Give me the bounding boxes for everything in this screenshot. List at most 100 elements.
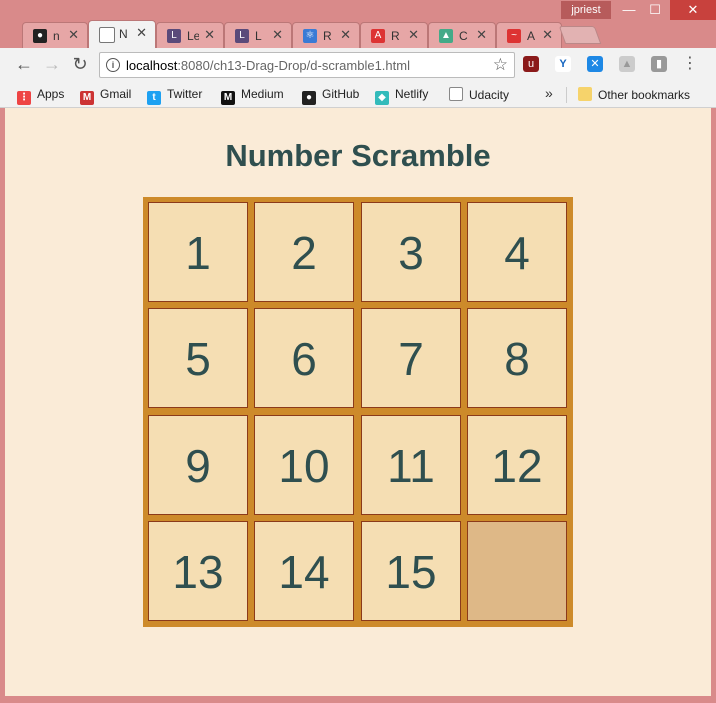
github-icon: ● xyxy=(302,91,316,105)
browser-window: jpriest — ☐ ✕ ● n ✕ N ✕ L Le ✕ L L ✕ ⚛ R… xyxy=(0,0,716,703)
lambda-icon: L xyxy=(167,29,181,43)
reload-button[interactable]: ↻ xyxy=(70,54,90,74)
menu-icon[interactable]: ⋮ xyxy=(682,56,698,72)
bookmark-label: Apps xyxy=(37,87,65,101)
url-host: localhost xyxy=(126,58,178,73)
page-icon xyxy=(99,27,115,43)
tab-title: n xyxy=(53,29,60,43)
tile-1[interactable]: 1 xyxy=(148,202,248,302)
bookmarks-bar: ⋮ Apps M Gmail t Twitter M Medium ● GitHub ◆ N… xyxy=(0,82,716,108)
tile-7[interactable]: 7 xyxy=(361,308,461,408)
tab-title: C xyxy=(459,29,468,43)
bookmark-twitter[interactable]: t Twitter xyxy=(147,87,202,105)
gmail-icon: M xyxy=(80,91,94,105)
tile-9[interactable]: 9 xyxy=(148,415,248,515)
close-icon[interactable]: ✕ xyxy=(204,27,215,43)
close-icon[interactable]: ✕ xyxy=(408,27,419,43)
bookmark-label: Netlify xyxy=(395,87,429,101)
page-content: Number Scramble 1 2 3 4 5 6 7 8 9 10 11 … xyxy=(5,108,711,696)
ublock-icon[interactable]: u xyxy=(523,56,539,72)
profile-badge[interactable]: jpriest xyxy=(561,1,611,19)
close-icon[interactable]: ✕ xyxy=(542,27,553,43)
bookmark-label: Gmail xyxy=(100,87,132,101)
other-bookmarks-label: Other bookmarks xyxy=(598,88,691,102)
tile-5[interactable]: 5 xyxy=(148,308,248,408)
github-icon: ● xyxy=(33,29,47,43)
other-bookmarks[interactable]: Other bookmarks xyxy=(578,87,690,102)
puzzle-board: 1 2 3 4 5 6 7 8 9 10 11 12 13 14 15 xyxy=(143,197,573,627)
lambda-icon: L xyxy=(235,29,249,43)
tile-3[interactable]: 3 xyxy=(361,202,461,302)
tab-title: R xyxy=(391,29,400,43)
tab-0[interactable]: ● n ✕ xyxy=(22,22,88,48)
apps-icon: ⋮ xyxy=(17,91,31,105)
vpn-icon[interactable]: Y xyxy=(555,56,571,72)
bookmark-label: Twitter xyxy=(167,87,203,101)
tab-2[interactable]: L Le ✕ xyxy=(156,22,224,48)
tab-title: L xyxy=(255,29,262,43)
tile-12[interactable]: 12 xyxy=(467,415,567,515)
forward-button[interactable]: → xyxy=(42,54,62,74)
new-tab-button[interactable] xyxy=(558,26,602,44)
tile-15[interactable]: 15 xyxy=(361,521,461,621)
tab-3[interactable]: L L ✕ xyxy=(224,22,292,48)
bookmark-apps[interactable]: ⋮ Apps xyxy=(17,87,64,105)
close-icon[interactable]: ✕ xyxy=(68,27,79,43)
bookmark-gmail[interactable]: M Gmail xyxy=(80,87,131,105)
tab-6[interactable]: ▲ C ✕ xyxy=(428,22,496,48)
close-icon[interactable]: ✕ xyxy=(136,25,147,41)
bookmark-medium[interactable]: M Medium xyxy=(221,87,284,105)
tab-strip: ● n ✕ N ✕ L Le ✕ L L ✕ ⚛ R ✕ A R ✕ xyxy=(0,18,716,48)
bookmarks-overflow-button[interactable]: » xyxy=(545,85,553,101)
bookmark-label: Medium xyxy=(241,87,284,101)
extension-gray-icon[interactable]: ▮ xyxy=(651,56,667,72)
close-icon[interactable]: ✕ xyxy=(340,27,351,43)
tile-11[interactable]: 11 xyxy=(361,415,461,515)
page-title: Number Scramble xyxy=(225,138,491,173)
tab-1[interactable]: N ✕ xyxy=(88,20,156,48)
page-icon xyxy=(449,87,463,101)
bookmark-udacity[interactable]: Udacity xyxy=(449,87,509,102)
tab-title: N xyxy=(119,27,128,41)
url-path: :8080/ch13-Drag-Drop/d-scramble1.html xyxy=(177,58,410,73)
netlify-icon: ◆ xyxy=(375,91,389,105)
tab-title: R xyxy=(323,29,332,43)
tile-10[interactable]: 10 xyxy=(254,415,354,515)
react-icon: ⚛ xyxy=(303,29,317,43)
tab-4[interactable]: ⚛ R ✕ xyxy=(292,22,360,48)
close-window-button[interactable]: ✕ xyxy=(670,0,716,20)
tile-6[interactable]: 6 xyxy=(254,308,354,408)
tile-4[interactable]: 4 xyxy=(467,202,567,302)
tab-title: Le xyxy=(187,29,199,43)
tab-5[interactable]: A R ✕ xyxy=(360,22,428,48)
back-button[interactable]: ← xyxy=(14,54,34,74)
empty-tile-slot[interactable] xyxy=(467,521,567,621)
drive-icon[interactable]: ▲ xyxy=(619,56,635,72)
angular-icon: A xyxy=(371,29,385,43)
medium-icon: M xyxy=(221,91,235,105)
bookmark-label: Udacity xyxy=(469,88,510,102)
info-icon[interactable]: i xyxy=(106,58,120,72)
close-icon[interactable]: ✕ xyxy=(272,27,283,43)
tab-title: A xyxy=(527,29,536,43)
maximize-button[interactable]: ☐ xyxy=(638,0,672,20)
address-bar[interactable]: i localhost:8080/ch13-Drag-Drop/d-scramb… xyxy=(99,52,515,78)
divider xyxy=(566,87,567,103)
twitter-icon: t xyxy=(147,91,161,105)
bookmark-github[interactable]: ● GitHub xyxy=(302,87,359,105)
tab-7[interactable]: ~ A ✕ xyxy=(496,22,562,48)
tile-8[interactable]: 8 xyxy=(467,308,567,408)
tile-13[interactable]: 13 xyxy=(148,521,248,621)
bookmark-netlify[interactable]: ◆ Netlify xyxy=(375,87,428,105)
tile-14[interactable]: 14 xyxy=(254,521,354,621)
close-icon[interactable]: ✕ xyxy=(476,27,487,43)
url-text[interactable]: localhost:8080/ch13-Drag-Drop/d-scramble… xyxy=(126,58,410,73)
title-bar: jpriest — ☐ ✕ xyxy=(0,0,716,20)
chart-icon: ▲ xyxy=(439,29,453,43)
extension-icon[interactable]: ✕ xyxy=(587,56,603,72)
browser-toolbar: ← → ↻ i localhost:8080/ch13-Drag-Drop/d-… xyxy=(0,48,716,82)
folder-icon xyxy=(578,87,592,101)
pulse-icon: ~ xyxy=(507,29,521,43)
bookmark-star-icon[interactable]: ☆ xyxy=(493,55,508,75)
tile-2[interactable]: 2 xyxy=(254,202,354,302)
